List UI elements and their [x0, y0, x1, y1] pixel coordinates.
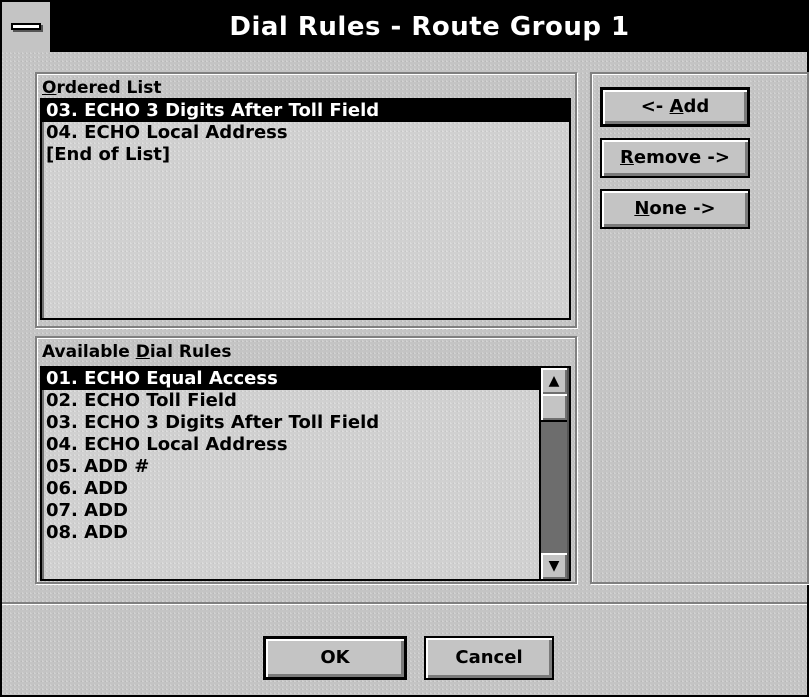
- add-button[interactable]: <- Add: [600, 87, 750, 127]
- window-title: Dial Rules - Route Group 1: [229, 12, 630, 42]
- none-button[interactable]: None ->: [600, 189, 750, 229]
- title-bar[interactable]: Dial Rules - Route Group 1: [2, 2, 807, 52]
- dial-rules-window: Dial Rules - Route Group 1 Ordered List …: [0, 0, 809, 697]
- ordered-listbox[interactable]: 03. ECHO 3 Digits After Toll Field 04. EC…: [40, 98, 571, 320]
- available-listbox[interactable]: 01. ECHO Equal Access 02. ECHO Toll Field…: [40, 366, 571, 581]
- list-item[interactable]: 05. ADD #: [42, 456, 541, 478]
- scroll-up-arrow-icon[interactable]: ▲: [541, 368, 567, 394]
- list-item[interactable]: 02. ECHO Toll Field: [42, 390, 541, 412]
- list-item[interactable]: 06. ADD: [42, 478, 541, 500]
- list-item[interactable]: 03. ECHO 3 Digits After Toll Field: [42, 100, 569, 122]
- footer-separator: [2, 602, 807, 605]
- scroll-down-arrow-icon[interactable]: ▼: [541, 553, 567, 579]
- list-item[interactable]: 08. ADD: [42, 522, 541, 544]
- scroll-track[interactable]: [541, 394, 567, 553]
- list-item[interactable]: 04. ECHO Local Address: [42, 434, 541, 456]
- list-item[interactable]: 04. ECHO Local Address: [42, 122, 569, 144]
- remove-button[interactable]: Remove ->: [600, 138, 750, 178]
- available-scrollbar[interactable]: ▲ ▼: [539, 368, 569, 579]
- list-item[interactable]: 01. ECHO Equal Access: [42, 368, 541, 390]
- system-menu-button[interactable]: [2, 2, 52, 52]
- available-rules-label: Available Dial Rules: [42, 342, 232, 362]
- scroll-thumb[interactable]: [541, 394, 567, 422]
- ordered-list-items: 03. ECHO 3 Digits After Toll Field 04. EC…: [42, 100, 569, 166]
- list-item[interactable]: 03. ECHO 3 Digits After Toll Field: [42, 412, 541, 434]
- ok-button[interactable]: OK: [263, 636, 407, 680]
- list-item[interactable]: [End of List]: [42, 144, 569, 166]
- available-list-items: 01. ECHO Equal Access 02. ECHO Toll Field…: [42, 368, 541, 544]
- cancel-button[interactable]: Cancel: [424, 636, 554, 680]
- ordered-list-label: Ordered List: [42, 78, 162, 98]
- list-item[interactable]: 07. ADD: [42, 500, 541, 522]
- system-menu-icon: [11, 23, 41, 30]
